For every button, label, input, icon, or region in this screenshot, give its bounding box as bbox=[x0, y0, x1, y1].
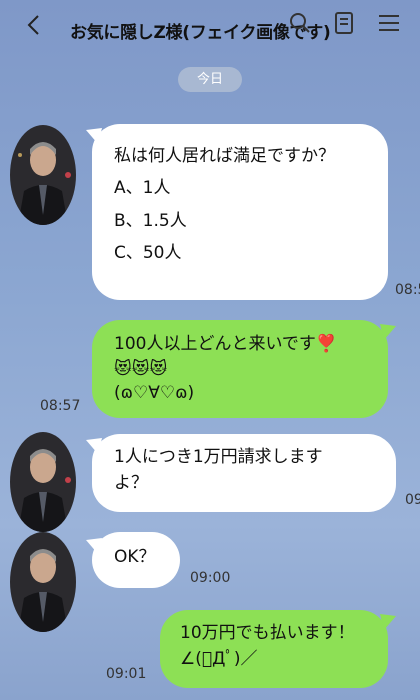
message-text: 私は何人居れば満足ですか？ bbox=[114, 146, 335, 166]
bubble-tail bbox=[380, 614, 396, 630]
message-text: 😻😻😻 bbox=[114, 358, 168, 379]
avatar[interactable] bbox=[10, 532, 76, 632]
call-icon[interactable] bbox=[331, 10, 357, 36]
message-text: (ɷ♡∀♡ɷ) bbox=[114, 383, 195, 404]
message-bubble[interactable]: 私は何人居れば満足ですか？ A、1人 B、1.5人 C、50人 bbox=[92, 124, 388, 300]
date-separator: 今日 bbox=[178, 67, 242, 92]
message-text: OK？ bbox=[114, 547, 156, 567]
avatar[interactable] bbox=[10, 125, 76, 225]
menu-icon[interactable] bbox=[376, 10, 402, 36]
message-bubble[interactable]: OK？ bbox=[92, 532, 180, 588]
chat-title[interactable]: お気に隠しZ様(フェイク画像です) bbox=[70, 18, 370, 43]
message-bubble[interactable]: 10万円でも払います！ ∠(ﾟДﾟ)／ bbox=[160, 610, 388, 688]
message-time: 08:57 bbox=[40, 398, 81, 414]
message-time: 09:01 bbox=[106, 666, 147, 682]
back-icon[interactable] bbox=[18, 10, 48, 40]
message-bubble[interactable]: 100人以上どんと来いです❣️ 😻😻😻 (ɷ♡∀♡ɷ) bbox=[92, 320, 388, 418]
bubble-tail bbox=[380, 324, 396, 340]
message-time: 09:00 bbox=[405, 492, 420, 508]
message-text: よ？ bbox=[114, 473, 148, 494]
message-text: 100人以上どんと来いです❣️ bbox=[114, 334, 338, 354]
message-time: 09:00 bbox=[190, 570, 231, 586]
message-text: ∠(ﾟДﾟ)／ bbox=[180, 649, 258, 670]
message-time: 08:57 bbox=[395, 282, 420, 298]
chat-header: お気に隠しZ様(フェイク画像です) bbox=[0, 0, 420, 58]
message-text: 1人につき1万円請求します bbox=[114, 447, 323, 467]
search-icon[interactable] bbox=[287, 10, 313, 36]
message-text: A、1人 bbox=[114, 178, 171, 199]
avatar[interactable] bbox=[10, 432, 76, 532]
message-text: C、50人 bbox=[114, 242, 182, 263]
message-text: 10万円でも払います！ bbox=[180, 623, 355, 643]
message-bubble[interactable]: 1人につき1万円請求します よ？ bbox=[92, 434, 396, 512]
message-text: B、1.5人 bbox=[114, 210, 187, 231]
